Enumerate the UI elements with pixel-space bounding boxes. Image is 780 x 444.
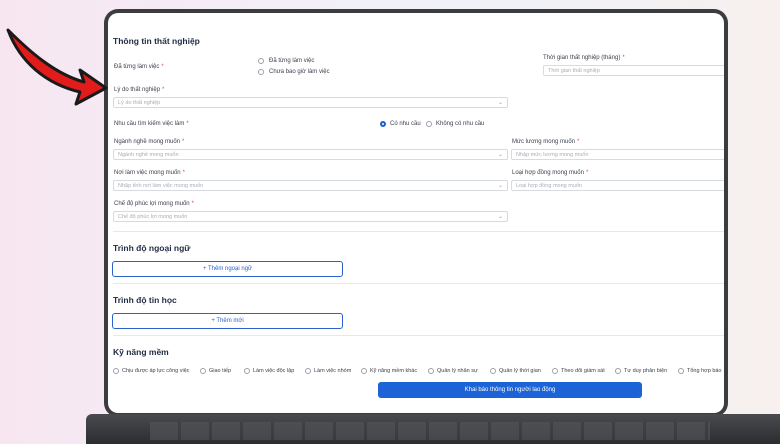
skill-checkbox[interactable]: [200, 368, 206, 374]
chevron-down-icon: ⌄: [497, 152, 503, 158]
skill-checkbox[interactable]: [113, 368, 119, 374]
skill-checkbox[interactable]: [361, 368, 367, 374]
contract-label: Loại hợp đồng mong muốn *: [512, 170, 589, 176]
section-title-it: Trình độ tin học: [113, 295, 177, 305]
worked-radio-yes[interactable]: [258, 58, 264, 64]
duration-label: Thời gian thất nghiệp (tháng) *: [543, 55, 625, 61]
skill-label: Quản lý thời gian: [499, 368, 541, 374]
app-screen: Thông tin thất nghiệp Đã từng làm việc * …: [108, 13, 724, 413]
section-title-language: Trình độ ngoại ngữ: [113, 243, 191, 253]
reason-label: Lý do thất nghiệp *: [114, 87, 165, 93]
skill-checkbox[interactable]: [490, 368, 496, 374]
submit-button[interactable]: Khai báo thông tin người lao động: [378, 382, 642, 398]
reason-select[interactable]: Lý do thất nghiệp ⌄: [113, 97, 508, 108]
skill-label: Giao tiếp: [209, 368, 232, 374]
welfare-label: Chế độ phúc lợi mong muốn *: [114, 201, 194, 207]
worked-option-yes: Đã từng làm việc: [269, 58, 315, 64]
section-title-unemployment: Thông tin thất nghiệp: [113, 36, 200, 46]
duration-input[interactable]: Thời gian thất nghiệp: [543, 65, 724, 76]
skill-label: Làm việc nhóm: [314, 368, 352, 374]
skill-checkbox[interactable]: [552, 368, 558, 374]
contract-select[interactable]: Loại hợp đồng mong muốn: [511, 180, 724, 191]
skill-label: Quản lý nhân sự: [437, 368, 478, 374]
location-label: Nơi làm việc mong muốn *: [114, 170, 185, 176]
skill-checkbox[interactable]: [305, 368, 311, 374]
skill-label: Tư duy phản biện: [624, 368, 668, 374]
add-it-button[interactable]: + Thêm mới: [112, 313, 343, 329]
need-radio-no[interactable]: [426, 121, 432, 127]
skill-checkbox[interactable]: [615, 368, 621, 374]
salary-label: Mức lương mong muốn *: [512, 139, 580, 145]
industry-select[interactable]: Ngành nghề mong muốn ⌄: [113, 149, 508, 160]
location-select[interactable]: Nhập tỉnh nơi làm việc mong muốn ⌄: [113, 180, 508, 191]
industry-label: Ngành nghề mong muốn *: [114, 139, 185, 145]
skill-label: Theo dõi giám sát: [561, 368, 605, 374]
skill-label: Chịu được áp lực công việc: [122, 368, 190, 374]
chevron-down-icon: ⌄: [497, 100, 503, 106]
need-option-yes: Có nhu cầu: [390, 121, 421, 127]
laptop-keys: [150, 422, 710, 440]
skill-checkbox[interactable]: [244, 368, 250, 374]
add-language-button[interactable]: + Thêm ngoại ngữ: [112, 261, 343, 277]
red-arrow-icon: [6, 28, 108, 106]
worked-label: Đã từng làm việc *: [114, 64, 164, 70]
section-title-soft-skills: Kỹ năng mềm: [113, 347, 169, 357]
worked-radio-never[interactable]: [258, 69, 264, 75]
chevron-down-icon: ⌄: [497, 214, 503, 220]
divider: [113, 231, 724, 232]
welfare-select[interactable]: Chế độ phúc lợi mong muốn ⌄: [113, 211, 508, 222]
need-label: Nhu cầu tìm kiếm việc làm *: [114, 121, 189, 127]
chevron-down-icon: ⌄: [497, 183, 503, 189]
divider: [113, 335, 724, 336]
divider: [113, 283, 724, 284]
need-radio-yes[interactable]: [380, 121, 386, 127]
worked-option-never: Chưa bao giờ làm việc: [269, 69, 330, 75]
skill-checkbox[interactable]: [678, 368, 684, 374]
skill-label: Kỹ năng mềm khác: [370, 368, 418, 374]
skill-label: Làm việc độc lập: [253, 368, 295, 374]
salary-input[interactable]: Nhập mức lương mong muốn: [511, 149, 724, 160]
skill-checkbox[interactable]: [428, 368, 434, 374]
skill-label: Tổng hợp báo: [687, 368, 722, 374]
need-option-no: Không có nhu cầu: [436, 121, 485, 127]
